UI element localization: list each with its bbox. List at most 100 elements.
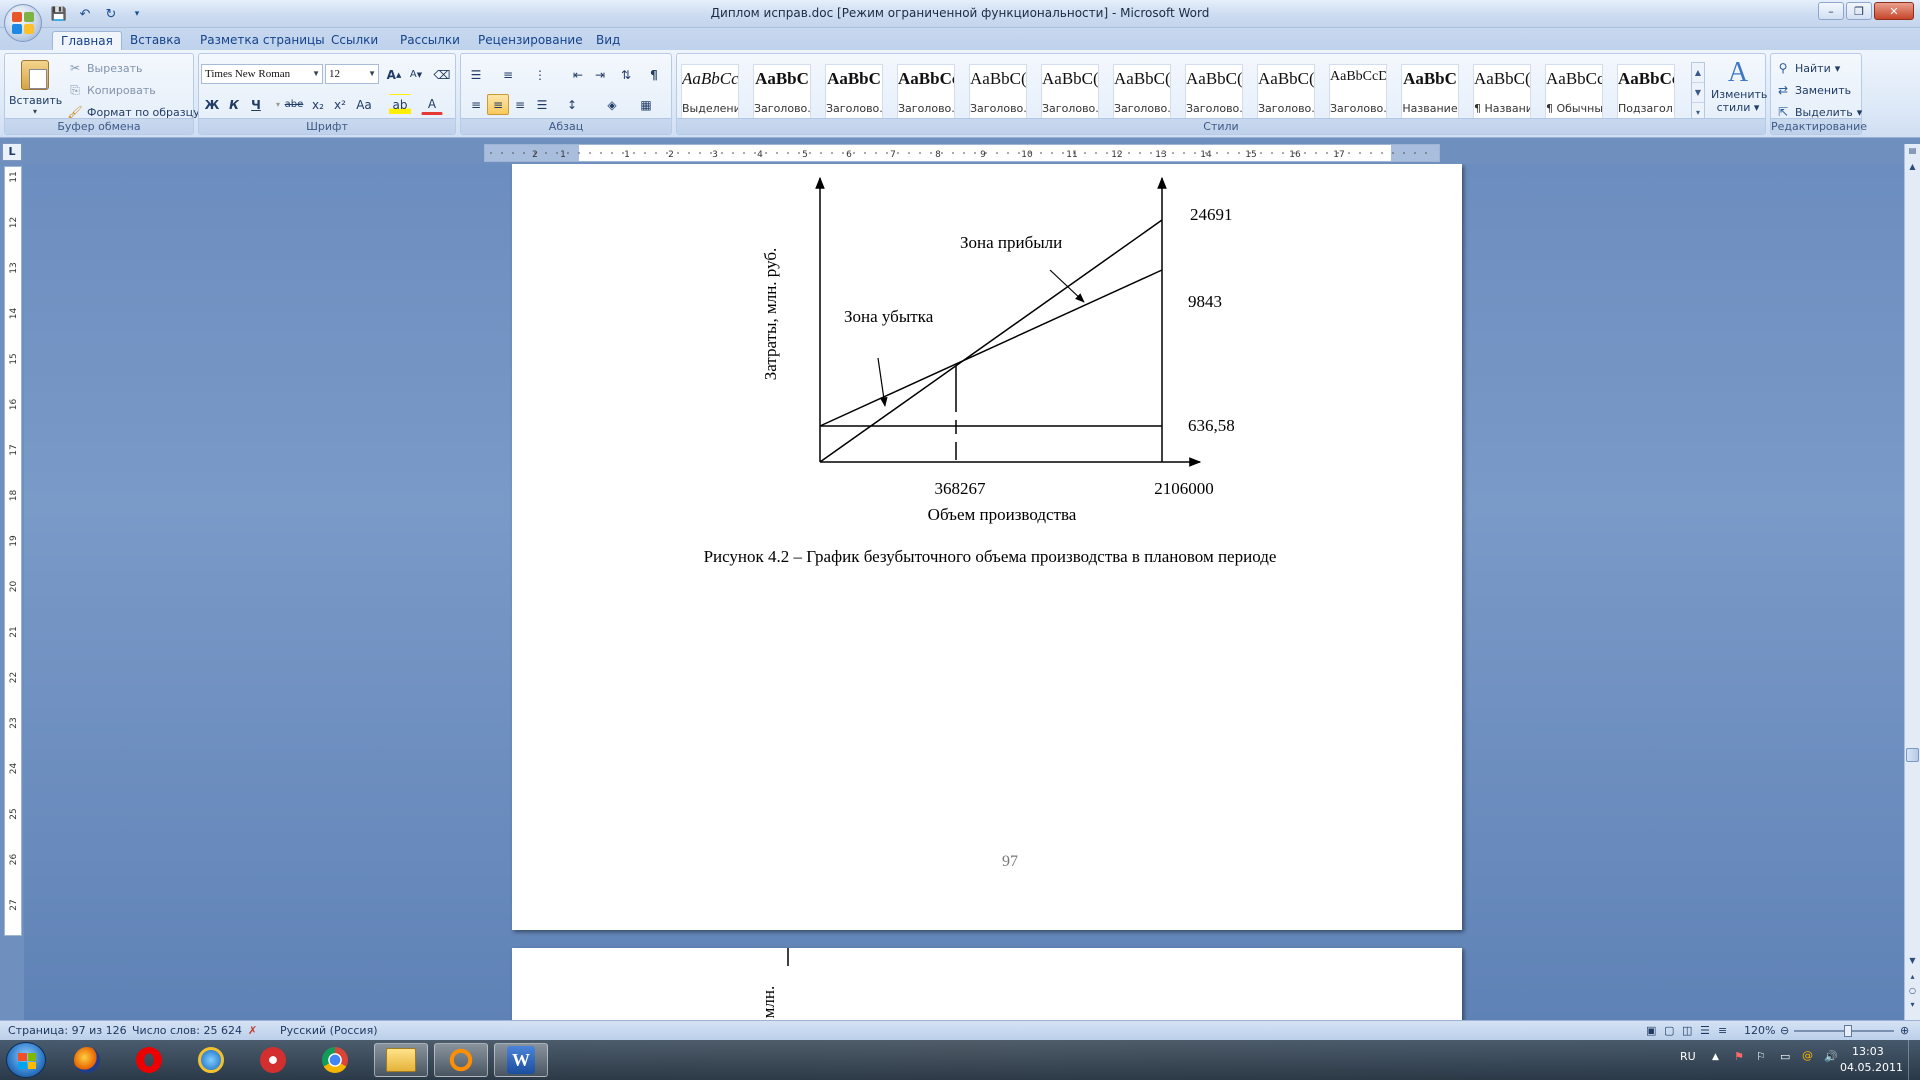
document-page[interactable]: 24691 9843 636,58 368267 2106000 Объем произв… <box>512 164 1462 930</box>
style-tile[interactable]: AaBbC(Заголово... <box>1041 64 1099 120</box>
style-tile[interactable]: AaBbC(Заголово... <box>969 64 1027 120</box>
ruler-toggle-icon[interactable]: ▤ <box>1906 146 1919 160</box>
previous-page-icon[interactable]: ▴ <box>1906 972 1919 986</box>
increase-indent-icon[interactable]: ⇥ <box>589 64 611 85</box>
paste-button[interactable]: Вставить ▾ <box>9 58 62 118</box>
style-tile[interactable]: AaBbC(Заголово... <box>1257 64 1315 120</box>
zoom-out-icon[interactable]: ⊖ <box>1780 1024 1789 1037</box>
tab-selector[interactable]: L <box>2 143 22 161</box>
zoom-level[interactable]: 120% <box>1744 1024 1775 1037</box>
word-count[interactable]: Число слов: 25 624 <box>132 1024 242 1037</box>
style-tile[interactable]: AaBbC Заголово... <box>825 64 883 120</box>
bold-button[interactable]: Ж <box>201 94 223 115</box>
sort-icon[interactable]: ⇅ <box>615 64 637 85</box>
minimize-button[interactable]: – <box>1818 2 1844 20</box>
flag-icon[interactable]: ⚐ <box>1756 1050 1766 1080</box>
full-screen-icon[interactable]: ▢ <box>1664 1024 1674 1037</box>
chevron-down-icon[interactable]: ▼ <box>1692 83 1704 103</box>
show-desktop-button[interactable] <box>1908 1040 1920 1080</box>
bullets-icon[interactable]: ☰ <box>465 64 487 85</box>
input-language[interactable]: RU <box>1680 1050 1696 1080</box>
battery-icon[interactable]: ▭ <box>1780 1050 1790 1080</box>
vertical-ruler[interactable]: 11 12 13 14 15 16 17 18 19 20 21 22 23 24 25 26 27 <box>4 166 22 936</box>
style-tile[interactable]: AaBbCcl Подзагол... <box>1617 64 1675 120</box>
copy-button[interactable]: ⎘ Копировать <box>67 80 156 100</box>
font-size-combo[interactable]: 12 ▼ <box>325 64 379 84</box>
proofing-icon[interactable]: ✗ <box>248 1024 257 1037</box>
align-right-icon[interactable]: ≡ <box>509 94 531 115</box>
outline-icon[interactable]: ☰ <box>1700 1024 1710 1037</box>
style-tile[interactable]: AaBbC Название <box>1401 64 1459 120</box>
start-button[interactable] <box>6 1042 46 1078</box>
font-color-button[interactable]: A <box>421 94 443 115</box>
network-warning-icon[interactable]: ⚑ <box>1734 1050 1744 1080</box>
mail-agent-tray-icon[interactable]: @ <box>1802 1049 1813 1080</box>
web-layout-icon[interactable]: ◫ <box>1682 1024 1692 1037</box>
scrollbar-thumb[interactable] <box>1906 748 1919 762</box>
align-left-icon[interactable]: ≡ <box>465 94 487 115</box>
taskbar-chrome[interactable] <box>308 1043 362 1077</box>
underline-button[interactable]: Ч <box>245 94 267 115</box>
taskbar-firefox[interactable] <box>60 1043 114 1077</box>
style-tile[interactable]: AaBbCc Заголово... <box>897 64 955 120</box>
italic-button[interactable]: К <box>223 94 245 115</box>
tab-home[interactable]: Главная <box>52 31 122 50</box>
shading-icon[interactable]: ◈ <box>601 94 623 115</box>
change-case-button[interactable]: Aa <box>353 94 375 115</box>
font-name-combo[interactable]: Times New Roman ▼ <box>201 64 323 84</box>
page-indicator[interactable]: Страница: 97 из 126 <box>8 1024 127 1037</box>
style-tile[interactable]: AaBbCcD Заголово... <box>1329 64 1387 120</box>
strikethrough-button[interactable]: abe <box>283 94 305 115</box>
tab-review[interactable]: Рецензирование <box>470 31 591 50</box>
style-gallery-scroll[interactable]: ▲ ▼ ▾ <box>1691 62 1705 122</box>
language-indicator[interactable]: Русский (Россия) <box>280 1024 378 1037</box>
highlight-icon[interactable]: ab <box>389 94 411 115</box>
taskbar-app-red[interactable] <box>246 1043 300 1077</box>
taskbar-ie[interactable] <box>184 1043 238 1077</box>
zoom-slider-knob[interactable] <box>1844 1025 1852 1037</box>
style-tile[interactable]: AaBbC(Заголово... <box>1113 64 1171 120</box>
style-tile[interactable]: AaBbCcI Выделение <box>681 64 739 120</box>
clock-date[interactable]: 04.05.2011 <box>1840 1061 1903 1080</box>
tab-view[interactable]: Вид <box>588 31 628 50</box>
superscript-button[interactable]: x² <box>329 94 351 115</box>
style-tile[interactable]: AaBbC(Заголово... <box>1185 64 1243 120</box>
align-center-icon[interactable]: ≡ <box>487 94 509 115</box>
borders-icon[interactable]: ▦ <box>635 94 657 115</box>
taskbar-mail-agent[interactable] <box>434 1043 488 1077</box>
shrink-font-button[interactable]: A ▼ <box>405 64 427 85</box>
next-page-icon[interactable]: ▾ <box>1906 1000 1919 1014</box>
taskbar-opera[interactable] <box>122 1043 176 1077</box>
change-styles-button[interactable]: A Изменить стили ▾ <box>1711 58 1767 115</box>
multilevel-list-icon[interactable]: ⋮ <box>529 64 551 85</box>
next-document-page[interactable]: ы, млн. <box>512 948 1462 1020</box>
maximize-button[interactable]: ❐ <box>1846 2 1872 20</box>
cut-button[interactable]: ✂ Вырезать <box>67 58 143 78</box>
style-tile[interactable]: AaBbC(¶ Названи... <box>1473 64 1531 120</box>
browse-object-icon[interactable]: ○ <box>1906 986 1919 1000</box>
close-button[interactable]: ✕ <box>1874 2 1914 20</box>
grow-font-button[interactable]: A ▲ <box>383 64 405 85</box>
line-spacing-icon[interactable]: ↕ <box>561 94 583 115</box>
scroll-down-icon[interactable]: ▼ <box>1906 956 1919 970</box>
taskbar-explorer[interactable] <box>374 1043 428 1077</box>
scroll-up-icon[interactable]: ▲ <box>1906 162 1919 176</box>
zoom-in-icon[interactable]: ⊕ <box>1900 1024 1909 1037</box>
office-button[interactable] <box>4 4 42 42</box>
subscript-button[interactable]: x₂ <box>307 94 329 115</box>
volume-icon[interactable]: 🔊 <box>1824 1050 1838 1080</box>
tab-mailings[interactable]: Рассылки <box>392 31 468 50</box>
style-tile[interactable]: AaBbC Заголово... <box>753 64 811 120</box>
show-formatting-button[interactable]: ¶ <box>643 64 665 85</box>
vertical-scrollbar[interactable]: ▤ ▲ ▼ ▴ ○ ▾ <box>1904 144 1920 1020</box>
style-tile[interactable]: AaBbCcI ¶ Обычный <box>1545 64 1603 120</box>
numbering-icon[interactable]: ≡ <box>497 64 519 85</box>
draft-icon[interactable]: ≡ <box>1718 1024 1727 1037</box>
print-layout-icon[interactable]: ▣ <box>1646 1024 1656 1037</box>
tab-references[interactable]: Ссылки <box>323 31 386 50</box>
find-button[interactable]: ⚲ Найти ▾ <box>1775 58 1841 78</box>
justify-icon[interactable]: ☰ <box>531 94 553 115</box>
tab-insert[interactable]: Вставка <box>122 31 189 50</box>
replace-button[interactable]: ⇄ Заменить <box>1775 80 1851 100</box>
tab-page-layout[interactable]: Разметка страницы <box>192 31 333 50</box>
